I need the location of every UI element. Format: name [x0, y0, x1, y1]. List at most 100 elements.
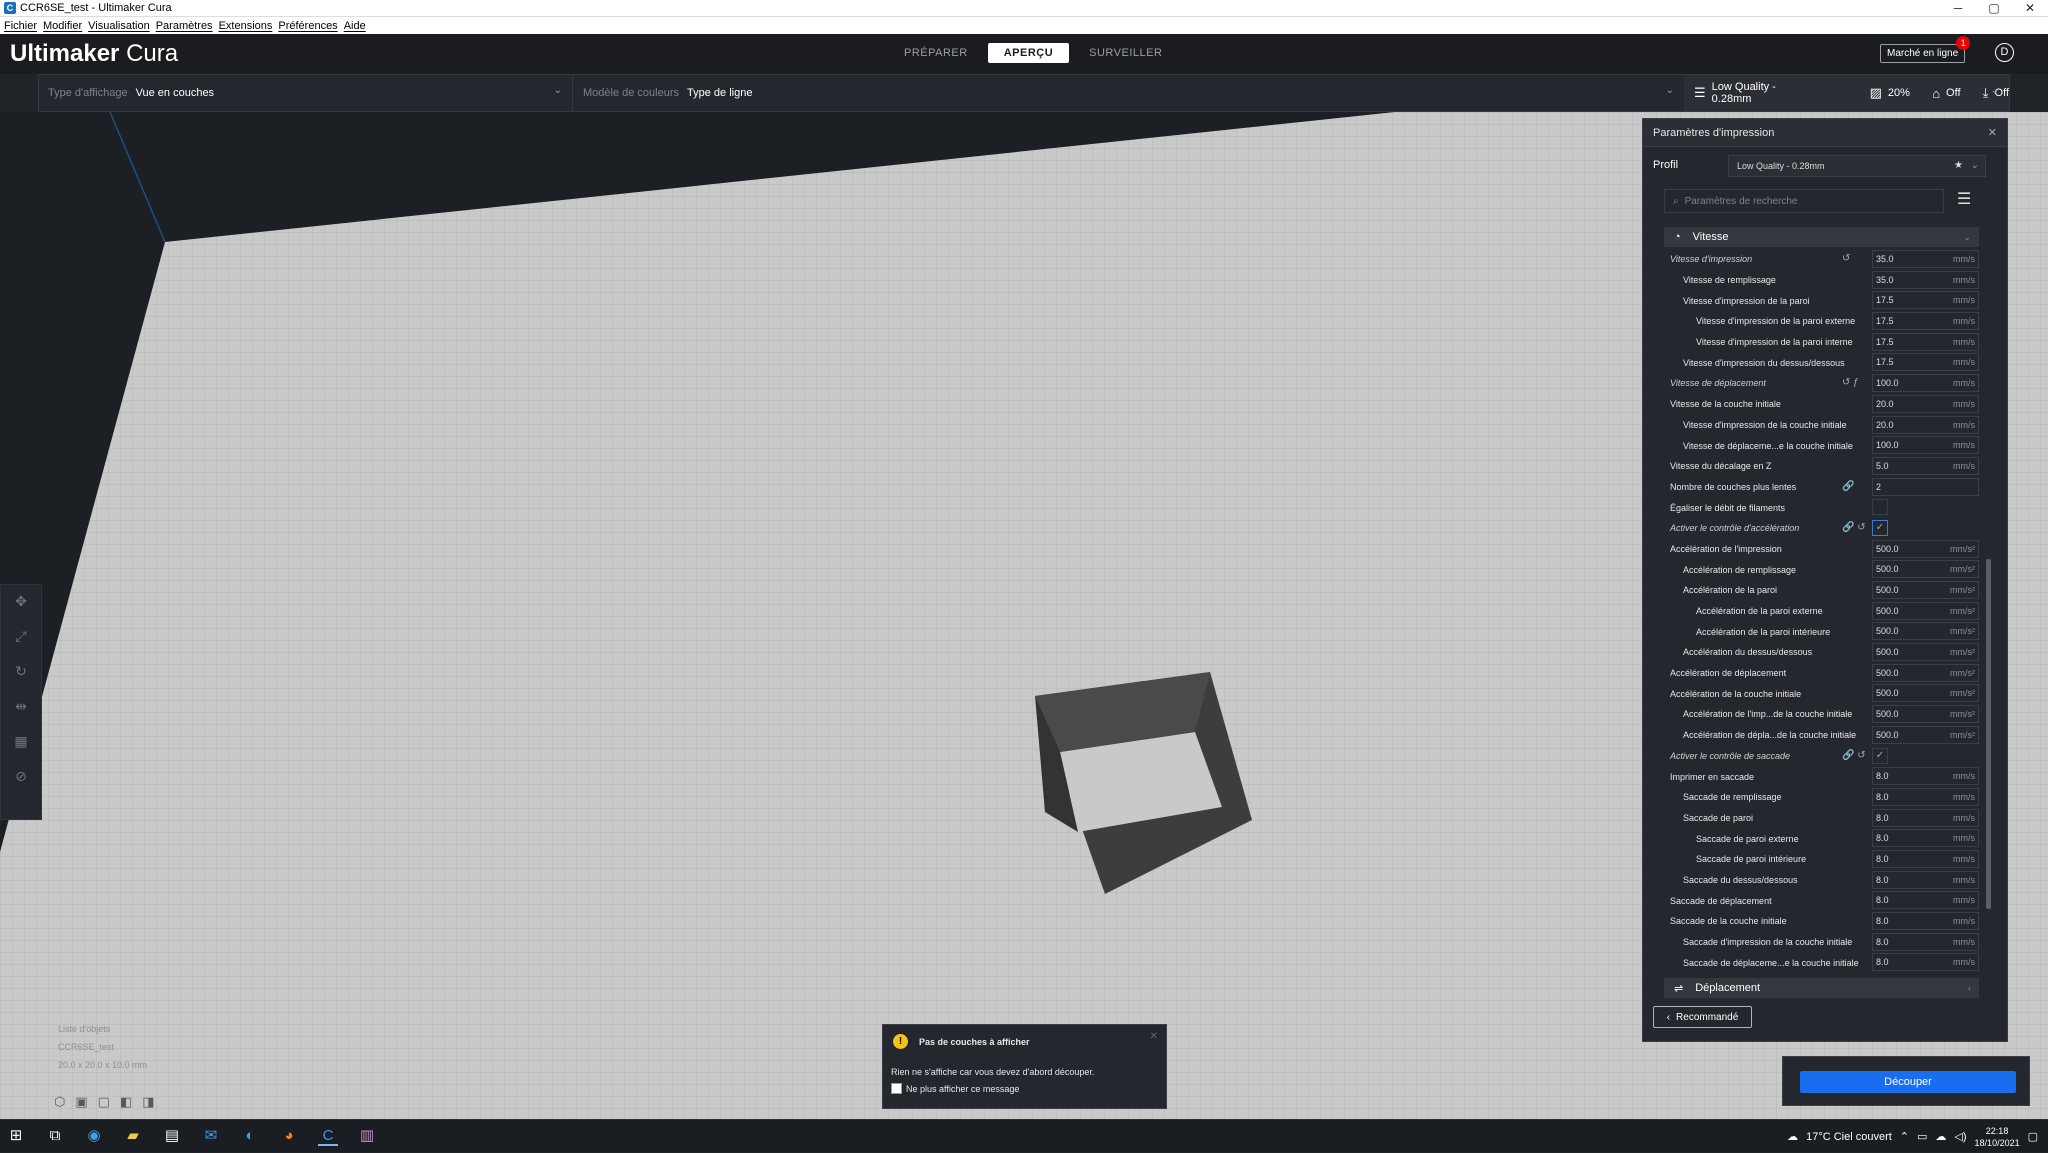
network-icon[interactable]: ▭: [1917, 1130, 1927, 1143]
setting-action-icons[interactable]: ↺: [1842, 253, 1850, 264]
setting-value-input[interactable]: 17.5 mm/s: [1872, 312, 1979, 331]
support-blocker-icon[interactable]: ⊘: [15, 768, 27, 785]
setting-value-input[interactable]: 8.0 mm/s: [1872, 829, 1979, 848]
setting-checkbox[interactable]: [1872, 499, 1888, 516]
menu-preferences[interactable]: Préférences: [278, 20, 337, 32]
skype-icon[interactable]: ◐: [240, 1126, 260, 1146]
minimize-button[interactable]: ─: [1940, 0, 1976, 17]
dont-show-again-checkbox[interactable]: Ne plus afficher ce message: [891, 1083, 1019, 1094]
setting-value-input[interactable]: 8.0 mm/s: [1872, 787, 1979, 806]
setting-value-input[interactable]: 500.0 mm/s²: [1872, 725, 1979, 744]
per-model-settings-icon[interactable]: ▦: [14, 733, 27, 750]
setting-value-input[interactable]: 8.0 mm/s: [1872, 849, 1979, 868]
settings-scrollbar[interactable]: [1986, 559, 1991, 909]
setting-value-input[interactable]: 500.0 mm/s²: [1872, 705, 1979, 724]
setting-value-input[interactable]: 35.0 mm/s: [1872, 250, 1979, 268]
cloud-icon[interactable]: ☁: [1935, 1130, 1946, 1143]
notifications-icon[interactable]: ▢: [2028, 1130, 2038, 1143]
rotate-tool-icon[interactable]: ↻: [15, 663, 27, 680]
close-icon[interactable]: ✕: [1150, 1031, 1158, 1042]
setting-action-icons[interactable]: 🔗 ↺: [1842, 750, 1866, 761]
setting-value-input[interactable]: 8.0 mm/s: [1872, 912, 1979, 930]
setting-value-input[interactable]: 500.0 mm/s²: [1872, 539, 1979, 558]
view-left-icon[interactable]: ◧: [120, 1094, 132, 1110]
setting-value-input[interactable]: 500.0 mm/s²: [1872, 684, 1979, 703]
setting-value-input[interactable]: 8.0 mm/s: [1872, 870, 1979, 889]
setting-checkbox[interactable]: ✓: [1872, 747, 1888, 764]
tab-prepare[interactable]: PRÉPARER: [888, 43, 984, 63]
notepad-icon[interactable]: ▥: [357, 1126, 377, 1146]
setting-value-input[interactable]: 8.0 mm/s: [1872, 808, 1979, 827]
tab-monitor[interactable]: SURVEILLER: [1073, 43, 1178, 63]
setting-value-input[interactable]: 500.0 mm/s²: [1872, 581, 1979, 599]
setting-action-icons[interactable]: ↺ ƒ: [1842, 377, 1859, 388]
setting-value-input[interactable]: 20.0 mm/s: [1872, 394, 1979, 413]
print-setup-selector[interactable]: ☰ Low Quality - 0.28mm ▨ 20% ⌂ Off ⤓ Off ⌄: [1684, 75, 2009, 111]
close-window-button[interactable]: ✕: [2012, 0, 2048, 17]
scale-tool-icon[interactable]: ⤢: [15, 628, 26, 645]
clock[interactable]: 22:18 18/10/2021: [1975, 1125, 2020, 1149]
tab-preview[interactable]: APERÇU: [987, 43, 1070, 63]
firefox-icon[interactable]: ◕: [279, 1126, 299, 1146]
setting-value-input[interactable]: 20.0 mm/s: [1872, 415, 1979, 434]
menu-help[interactable]: Aide: [344, 20, 366, 32]
setting-checkbox[interactable]: ✓: [1872, 519, 1888, 536]
menu-extensions[interactable]: Extensions: [219, 20, 273, 32]
mirror-tool-icon[interactable]: ⇹: [15, 698, 27, 715]
view-top-icon[interactable]: ▢: [98, 1094, 110, 1110]
task-view-icon[interactable]: ⧉: [45, 1126, 65, 1146]
setting-value-input[interactable]: 500.0 mm/s²: [1872, 601, 1979, 620]
setting-value-input[interactable]: 35.0 mm/s: [1872, 270, 1979, 289]
setting-value-input[interactable]: 500.0 mm/s²: [1872, 622, 1979, 641]
menu-edit[interactable]: Modifier: [43, 20, 82, 32]
menu-file[interactable]: Fichier: [4, 20, 37, 32]
maximize-button[interactable]: ▢: [1976, 0, 2012, 17]
weather-text[interactable]: 17°C Ciel couvert: [1806, 1131, 1892, 1143]
category-travel[interactable]: ⇌ Déplacement ‹: [1664, 978, 1979, 998]
marketplace-button[interactable]: Marché en ligne 1: [1880, 36, 1971, 63]
file-explorer-icon[interactable]: ▰: [123, 1126, 143, 1146]
setting-value-input[interactable]: 8.0 mm/s: [1872, 953, 1979, 972]
setting-value-input[interactable]: 8.0 mm/s: [1872, 767, 1979, 786]
view-3d-icon[interactable]: ⬡: [54, 1094, 65, 1110]
view-front-icon[interactable]: ▣: [75, 1094, 87, 1110]
tray-chevron-icon[interactable]: ⌃: [1900, 1130, 1909, 1143]
menu-view[interactable]: Visualisation: [88, 20, 150, 32]
setting-row: Nombre de couches plus lentes 🔗 2: [1664, 477, 1979, 498]
edge-icon[interactable]: ◉: [84, 1126, 104, 1146]
setting-value-input[interactable]: 100.0 mm/s: [1872, 374, 1979, 393]
account-avatar[interactable]: D: [1995, 43, 2014, 62]
move-tool-icon[interactable]: ✥: [15, 593, 27, 610]
setting-value-input[interactable]: 17.5 mm/s: [1872, 291, 1979, 310]
setting-value-input[interactable]: 8.0 mm/s: [1872, 891, 1979, 910]
start-icon[interactable]: ⊞: [6, 1126, 26, 1146]
volume-icon[interactable]: ◁): [1954, 1130, 1966, 1143]
setting-value-input[interactable]: 5.0 mm/s: [1872, 456, 1979, 475]
settings-visibility-menu-icon[interactable]: ☰: [1957, 189, 1971, 209]
category-speed[interactable]: ◔ Vitesse ⌄: [1664, 227, 1979, 247]
message-popup: ! Pas de couches à afficher ✕ Rien ne s'…: [882, 1024, 1167, 1109]
menu-settings[interactable]: Paramètres: [156, 20, 213, 32]
slice-button[interactable]: Découper: [1800, 1071, 2016, 1093]
setting-action-icons[interactable]: 🔗 ↺: [1842, 522, 1866, 533]
color-scheme-dropdown[interactable]: Modèle de couleurs Type de ligne ⌄: [574, 75, 1684, 111]
setting-value-input[interactable]: 8.0 mm/s: [1872, 932, 1979, 951]
setting-value-input[interactable]: 500.0 mm/s²: [1872, 643, 1979, 662]
setting-value-input[interactable]: 17.5 mm/s: [1872, 353, 1979, 372]
settings-search-input[interactable]: ⌕ Paramètres de recherche: [1664, 189, 1944, 213]
recommended-button[interactable]: ‹ Recommandé: [1653, 1006, 1752, 1028]
mail-icon[interactable]: ✉: [201, 1126, 221, 1146]
cura-taskbar-icon[interactable]: C: [318, 1126, 338, 1146]
view-type-dropdown[interactable]: Type d'affichage Vue en couches ⌄: [39, 75, 573, 111]
view-right-icon[interactable]: ◨: [142, 1094, 154, 1110]
setting-action-icons[interactable]: 🔗: [1842, 481, 1854, 492]
object-list-title[interactable]: Liste d'objets: [58, 1024, 147, 1034]
store-icon[interactable]: ▤: [162, 1126, 182, 1146]
setting-value-input[interactable]: 100.0 mm/s: [1872, 436, 1979, 455]
close-icon[interactable]: ✕: [1988, 126, 1997, 139]
setting-value-input[interactable]: 17.5 mm/s: [1872, 332, 1979, 351]
setting-value-input[interactable]: 500.0 mm/s²: [1872, 663, 1979, 682]
setting-value-input[interactable]: 500.0 mm/s²: [1872, 560, 1979, 579]
setting-value-input[interactable]: 2: [1872, 477, 1979, 496]
profile-dropdown[interactable]: Low Quality - 0.28mm ★ ⌄: [1728, 155, 1986, 177]
